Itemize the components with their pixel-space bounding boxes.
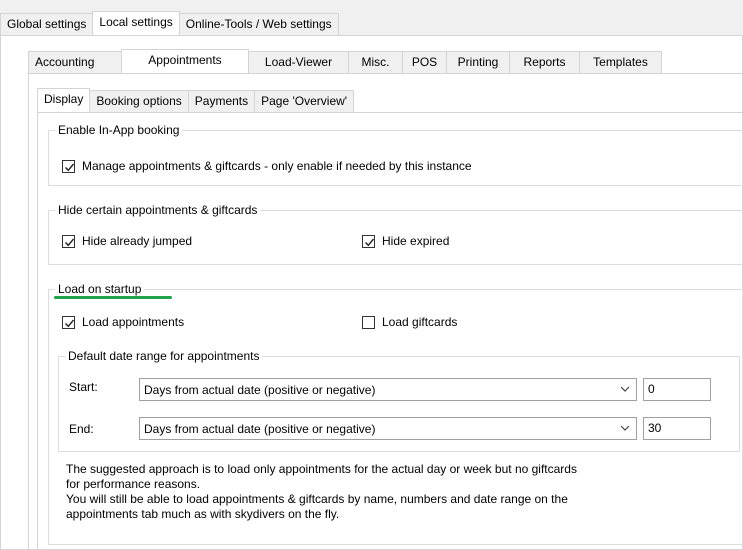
- checkbox-label: Hide expired: [382, 234, 450, 248]
- hide-jumped-checkbox[interactable]: Hide already jumped: [62, 234, 192, 248]
- start-range-select[interactable]: Days from actual date (positive or negat…: [139, 378, 637, 401]
- checkbox-label: Hide already jumped: [82, 234, 193, 248]
- second-tab-bar: Accounting Appointments Load-Viewer Misc…: [28, 49, 662, 73]
- checkbox-box[interactable]: [362, 315, 375, 329]
- note-line: appointments tab much as with skydivers …: [66, 507, 340, 521]
- tab-load-viewer[interactable]: Load-Viewer: [248, 51, 349, 73]
- tab-printing[interactable]: Printing: [446, 51, 510, 73]
- tab-page-overview[interactable]: Page 'Overview': [254, 90, 355, 112]
- third-tab-bar: Display Booking options Payments Page 'O…: [37, 88, 355, 112]
- load-giftcards-checkbox[interactable]: Load giftcards: [362, 315, 457, 329]
- checkbox-box[interactable]: [62, 159, 75, 173]
- select-value: Days from actual date (positive or negat…: [144, 382, 376, 397]
- tab-local-settings[interactable]: Local settings: [92, 11, 180, 35]
- tab-online-tools[interactable]: Online-Tools / Web settings: [178, 13, 339, 35]
- top-tab-bar: Global settings Local settings Online-To…: [0, 11, 339, 35]
- checkmark-icon: [365, 238, 375, 246]
- start-days-input[interactable]: 0: [643, 378, 711, 401]
- tab-pos[interactable]: POS: [402, 51, 447, 73]
- manage-appointments-checkbox[interactable]: Manage appointments & giftcards - only e…: [62, 159, 472, 173]
- note-line: You will still be able to load appointme…: [66, 492, 568, 506]
- checkmark-icon: [65, 319, 75, 327]
- checkbox-box[interactable]: [362, 234, 375, 248]
- group-legend: Enable In-App booking: [55, 122, 183, 138]
- tab-reports[interactable]: Reports: [509, 51, 580, 73]
- note-line: for performance reasons.: [66, 477, 201, 491]
- tab-misc[interactable]: Misc.: [348, 51, 403, 73]
- end-range-select[interactable]: Days from actual date (positive or negat…: [139, 417, 637, 440]
- select-value: Days from actual date (positive or negat…: [144, 421, 376, 436]
- start-label: Start:: [69, 380, 98, 394]
- checkbox-box[interactable]: [62, 315, 75, 329]
- hide-expired-checkbox[interactable]: Hide expired: [362, 234, 449, 248]
- checkmark-icon: [65, 238, 75, 246]
- checkmark-icon: [65, 163, 75, 171]
- group-legend: Load on startup: [55, 281, 145, 297]
- group-legend: Default date range for appointments: [65, 348, 263, 364]
- load-appointments-checkbox[interactable]: Load appointments: [62, 315, 184, 329]
- checkbox-label: Load appointments: [82, 315, 185, 329]
- tab-accounting[interactable]: Accounting: [28, 51, 122, 73]
- group-in-app-booking: Enable In-App booking: [48, 122, 743, 186]
- checkbox-label: Manage appointments & giftcards - only e…: [82, 159, 472, 173]
- highlight-underline: [54, 296, 172, 299]
- note-line: The suggested approach is to load only a…: [66, 462, 577, 476]
- checkbox-box[interactable]: [62, 234, 75, 248]
- end-days-input[interactable]: 30: [643, 417, 711, 440]
- chevron-down-icon: [620, 425, 630, 431]
- tab-display[interactable]: Display: [37, 88, 91, 112]
- checkbox-label: Load giftcards: [382, 315, 458, 329]
- chevron-down-icon: [620, 386, 630, 392]
- tab-global-settings[interactable]: Global settings: [0, 13, 94, 35]
- tab-booking-options[interactable]: Booking options: [89, 90, 189, 112]
- performance-note: The suggested approach is to load only a…: [66, 462, 738, 522]
- tab-templates[interactable]: Templates: [579, 51, 662, 73]
- tab-appointments[interactable]: Appointments: [121, 49, 249, 73]
- group-legend: Hide certain appointments & giftcards: [55, 202, 261, 218]
- tab-payments[interactable]: Payments: [187, 90, 256, 112]
- end-label: End:: [69, 422, 94, 436]
